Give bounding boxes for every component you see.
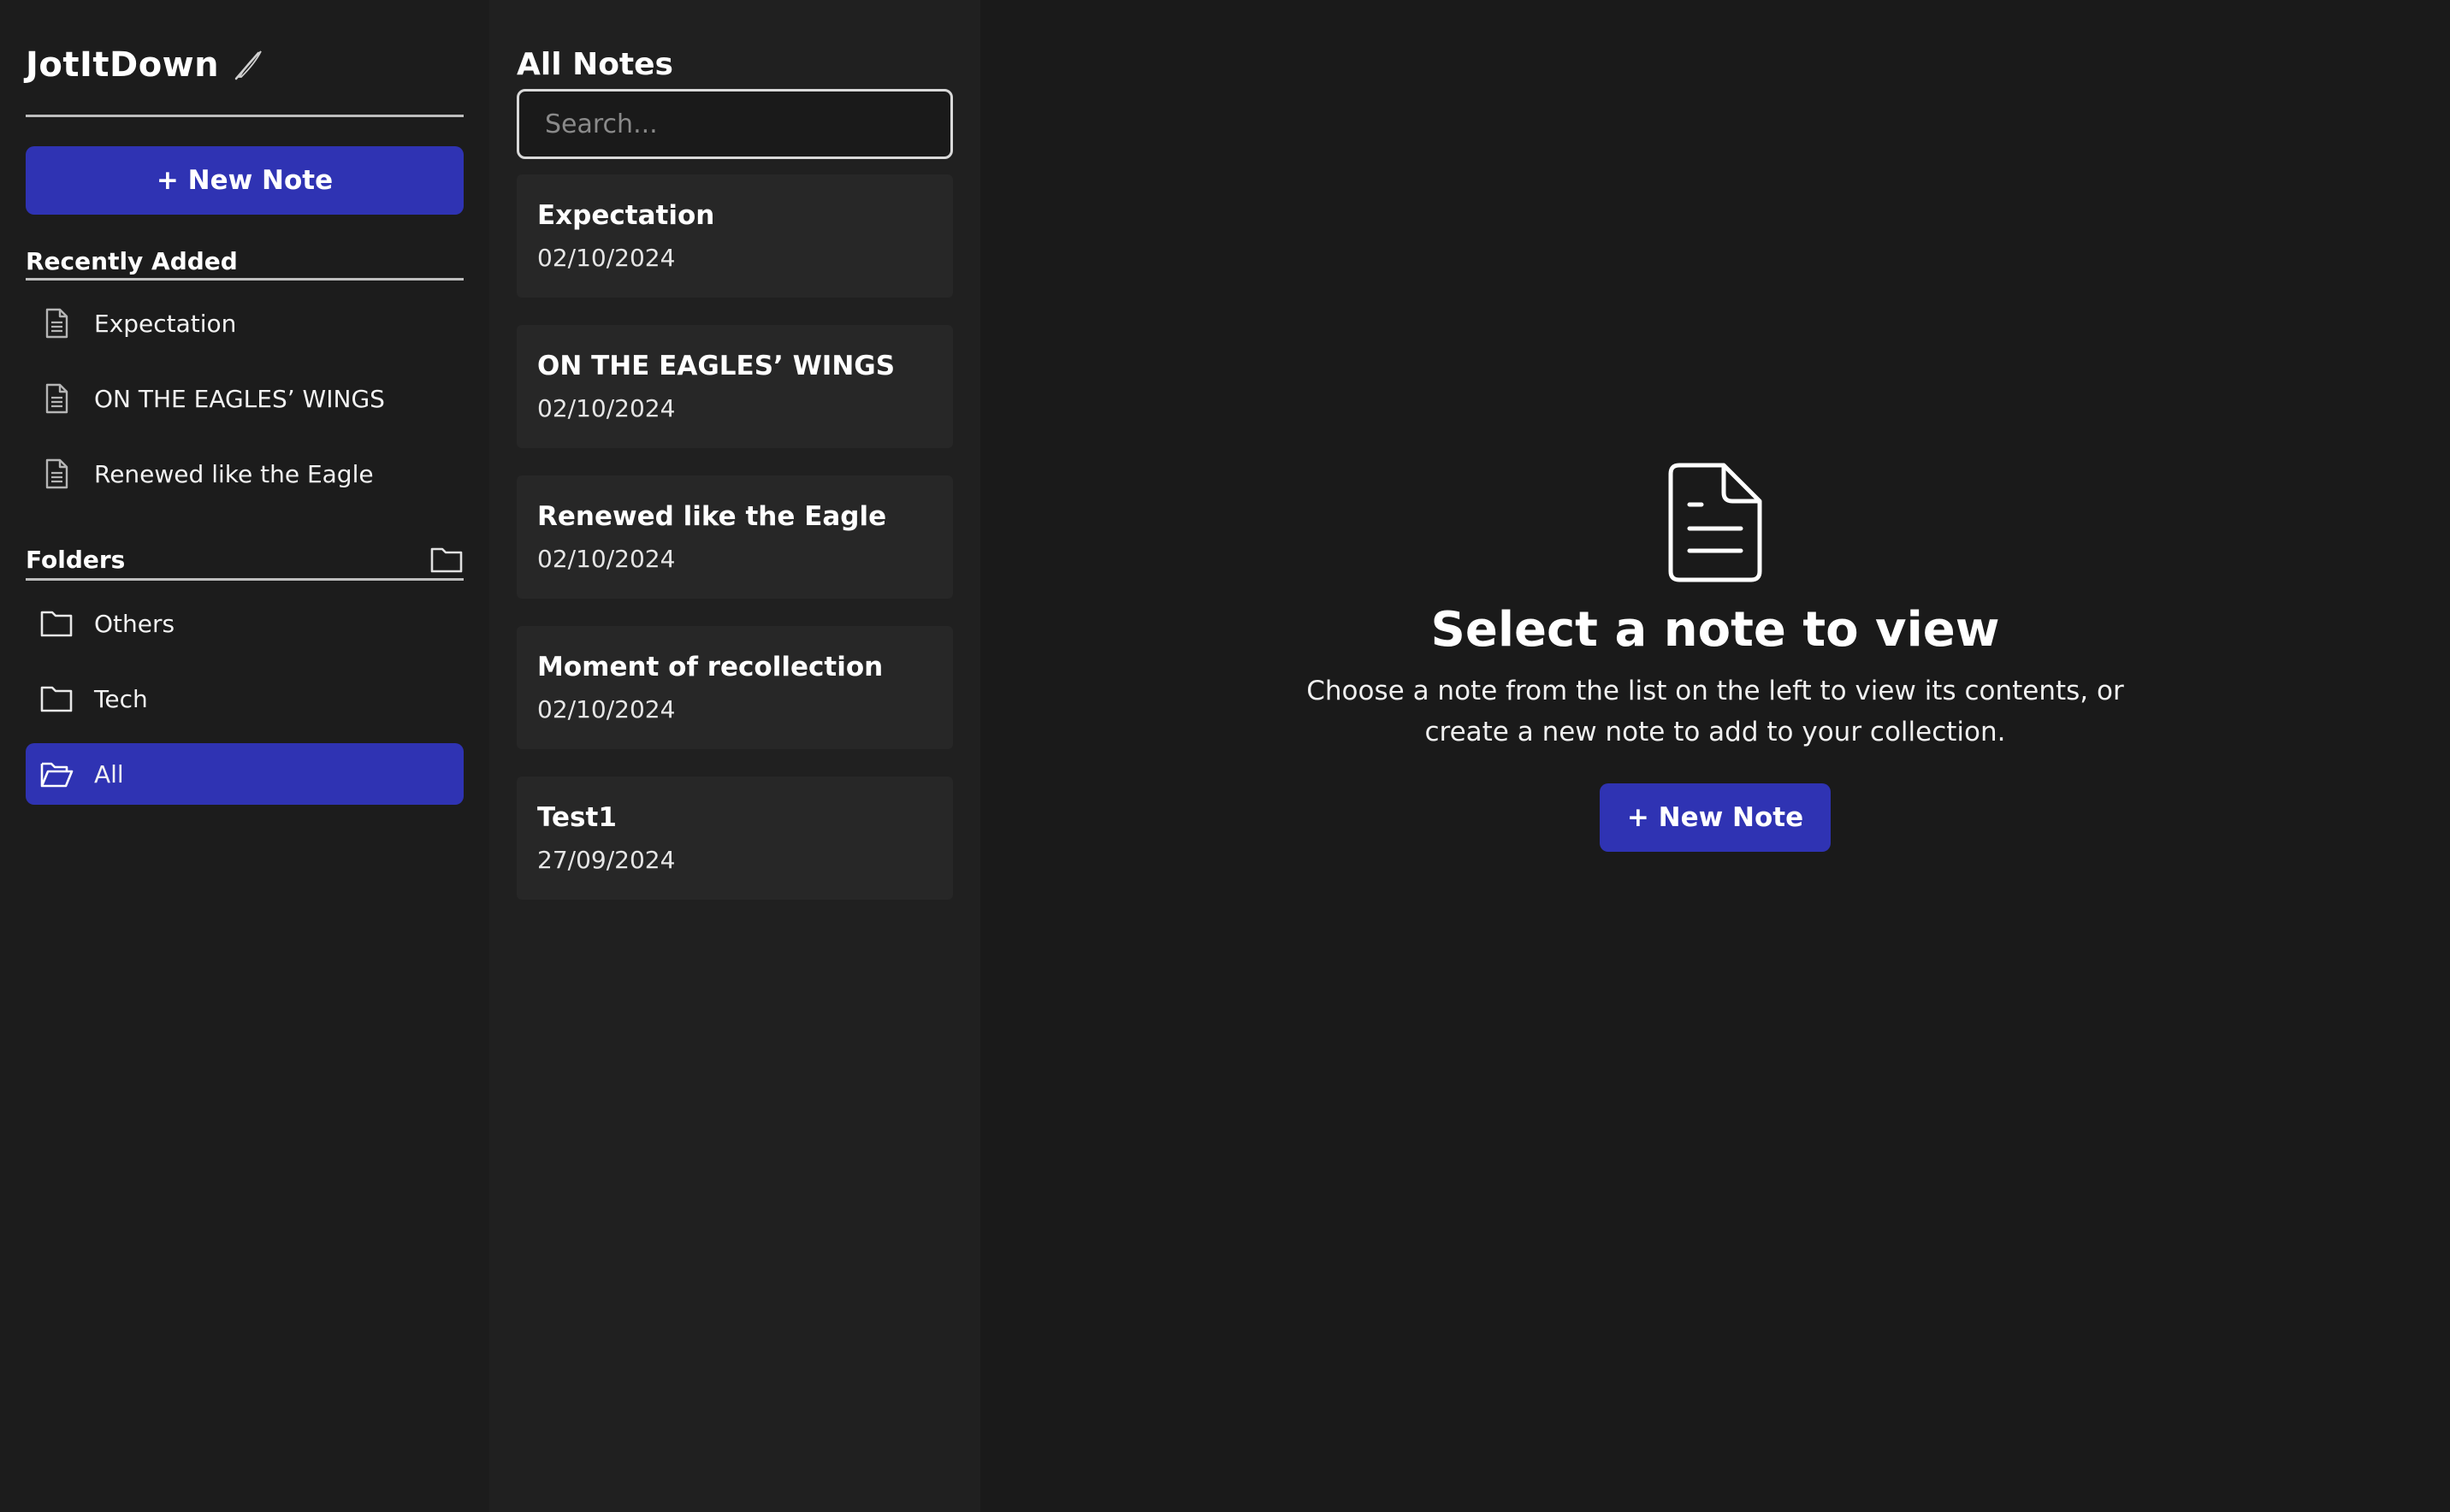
quill-pen-icon [231, 48, 265, 82]
recently-added-list: Expectation ON THE EAGLES’ WINGS Renewed… [26, 292, 464, 505]
note-title: Expectation [537, 200, 715, 231]
recent-item-label: Renewed like the Eagle [94, 459, 374, 488]
folder-item-tech[interactable]: Tech [26, 668, 464, 729]
folder-icon [40, 686, 73, 712]
folder-item-label: Tech [94, 684, 148, 713]
new-note-button-main[interactable]: + New Note [1599, 783, 1832, 852]
note-card[interactable]: Expectation 02/10/2024 [517, 174, 953, 298]
sidebar: JotItDown + New Note Recently Added Expe… [0, 0, 489, 1512]
document-icon [45, 308, 68, 339]
notes-list-title: All Notes [517, 47, 673, 82]
folder-icon [40, 611, 73, 637]
document-icon [1668, 463, 1762, 582]
document-icon [45, 383, 68, 414]
note-card[interactable]: Moment of recollection 02/10/2024 [517, 626, 953, 749]
recent-item[interactable]: Renewed like the Eagle [26, 443, 464, 505]
document-icon [45, 458, 68, 489]
folder-item-label: Others [94, 609, 175, 638]
note-card[interactable]: ON THE EAGLES’ WINGS 02/10/2024 [517, 325, 953, 448]
note-date: 27/09/2024 [537, 846, 676, 874]
note-title: ON THE EAGLES’ WINGS [537, 351, 896, 381]
folders-title: Folders [26, 545, 126, 574]
folder-item-others[interactable]: Others [26, 593, 464, 654]
folder-add-icon[interactable] [429, 544, 464, 575]
new-note-button[interactable]: + New Note [26, 146, 464, 215]
recent-item[interactable]: Expectation [26, 292, 464, 354]
folder-item-all[interactable]: All [26, 743, 464, 805]
folders-list: Others Tech All [26, 593, 464, 805]
recent-item-label: ON THE EAGLES’ WINGS [94, 384, 385, 413]
brand: JotItDown [26, 43, 464, 117]
app-window: JotItDown + New Note Recently Added Expe… [0, 0, 2450, 1512]
recently-added-header: Recently Added [26, 245, 464, 281]
recent-item-label: Expectation [94, 309, 237, 338]
empty-state-title: Select a note to view [1430, 602, 2000, 658]
empty-state: Select a note to view Choose a note from… [980, 462, 2450, 852]
note-card[interactable]: Test1 27/09/2024 [517, 777, 953, 900]
folders-header: Folders [26, 542, 464, 581]
folder-open-icon [40, 762, 74, 788]
note-title: Renewed like the Eagle [537, 501, 887, 532]
notes-list-panel: All Notes Expectation 02/10/2024 ON THE … [489, 0, 980, 1512]
recent-item[interactable]: ON THE EAGLES’ WINGS [26, 368, 464, 429]
note-date: 02/10/2024 [537, 545, 676, 573]
note-date: 02/10/2024 [537, 695, 676, 724]
app-title: JotItDown [26, 45, 220, 85]
note-title: Test1 [537, 802, 617, 833]
search-input[interactable] [517, 89, 953, 159]
folder-item-label: All [94, 759, 124, 788]
recently-added-title: Recently Added [26, 246, 238, 275]
note-card[interactable]: Renewed like the Eagle 02/10/2024 [517, 475, 953, 599]
empty-state-description: Choose a note from the list on the left … [1306, 676, 2124, 747]
note-date: 02/10/2024 [537, 394, 676, 422]
note-view-panel: Select a note to view Choose a note from… [980, 0, 2450, 1512]
note-date: 02/10/2024 [537, 244, 676, 272]
note-title: Moment of recollection [537, 652, 884, 682]
